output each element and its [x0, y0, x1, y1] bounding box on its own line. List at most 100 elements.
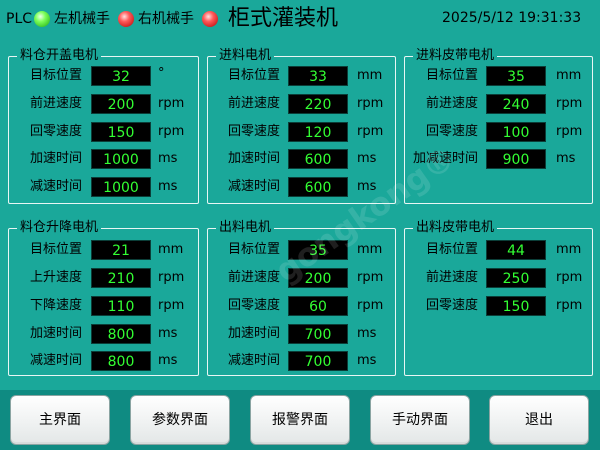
right-arm-label: 右机械手 — [138, 11, 194, 27]
homing-speed-field[interactable]: 120 — [288, 122, 348, 142]
main-screen-button[interactable]: 主界面 — [10, 395, 110, 445]
unit-label: ms — [357, 353, 377, 368]
unit-label: rpm — [357, 298, 384, 313]
panel-title: 进料皮带电机 — [413, 48, 498, 64]
datetime-display: 2025/5/12 19:31:33 — [442, 10, 582, 26]
accel-time-field[interactable]: 800 — [91, 324, 151, 344]
row-label: 前进速度 — [228, 96, 281, 111]
unit-label: mm — [556, 242, 582, 257]
unit-label: rpm — [556, 96, 583, 111]
unit-label: ms — [158, 353, 178, 368]
decel-time-field[interactable]: 1000 — [91, 177, 151, 197]
target-position-field[interactable]: 32 — [91, 66, 151, 86]
params-screen-button[interactable]: 参数界面 — [130, 395, 230, 445]
accel-time-field[interactable]: 700 — [288, 324, 348, 344]
unit-label: rpm — [158, 270, 185, 285]
row-label: 回零速度 — [426, 298, 479, 313]
decel-time-field[interactable]: 800 — [91, 351, 151, 371]
target-position-field[interactable]: 35 — [486, 66, 546, 86]
target-position-field[interactable]: 21 — [91, 240, 151, 260]
unit-label: rpm — [357, 270, 384, 285]
plc-label: PLC — [6, 11, 33, 27]
unit-label: rpm — [158, 124, 185, 139]
manual-screen-button[interactable]: 手动界面 — [370, 395, 470, 445]
decel-time-field[interactable]: 600 — [288, 177, 348, 197]
right-arm-status-led-icon — [202, 11, 218, 27]
row-label: 加速时间 — [30, 151, 83, 166]
forward-speed-field[interactable]: 240 — [486, 94, 546, 114]
target-position-field[interactable]: 35 — [288, 240, 348, 260]
lower-speed-field[interactable]: 110 — [91, 296, 151, 316]
target-position-field[interactable]: 33 — [288, 66, 348, 86]
page-title: 柜式灌装机 — [228, 6, 339, 31]
unit-label: mm — [556, 68, 582, 83]
row-label: 下降速度 — [30, 298, 83, 313]
unit-label: mm — [158, 242, 184, 257]
unit-label: ms — [158, 326, 178, 341]
decel-time-field[interactable]: 700 — [288, 351, 348, 371]
forward-speed-field[interactable]: 220 — [288, 94, 348, 114]
unit-label: rpm — [556, 270, 583, 285]
panel-title: 进料电机 — [216, 48, 275, 64]
row-label: 前进速度 — [426, 96, 479, 111]
row-label: 减速时间 — [30, 353, 83, 368]
row-label: 加速时间 — [228, 326, 281, 341]
left-arm-label: 左机械手 — [54, 11, 110, 27]
row-label: 加速时间 — [228, 151, 281, 166]
row-label: 加减速时间 — [413, 151, 479, 166]
unit-label: rpm — [556, 124, 583, 139]
unit-label: ms — [357, 326, 377, 341]
panel-title: 出料皮带电机 — [413, 220, 498, 236]
unit-label: rpm — [158, 298, 185, 313]
accel-time-field[interactable]: 600 — [288, 149, 348, 169]
unit-label: ms — [357, 179, 377, 194]
row-label: 回零速度 — [426, 124, 479, 139]
unit-label: rpm — [556, 298, 583, 313]
alarm-screen-button[interactable]: 报警界面 — [250, 395, 350, 445]
lift-speed-field[interactable]: 210 — [91, 268, 151, 288]
homing-speed-field[interactable]: 150 — [486, 296, 546, 316]
unit-label: mm — [357, 242, 383, 257]
row-label: 减速时间 — [228, 179, 281, 194]
row-label: 目标位置 — [30, 68, 83, 83]
panel-title: 出料电机 — [216, 220, 275, 236]
header-bar: PLC 左机械手 右机械手 柜式灌装机 2025/5/12 19:31:33 — [0, 0, 600, 40]
unit-label: mm — [357, 68, 383, 83]
unit-label: rpm — [357, 124, 384, 139]
accel-time-field[interactable]: 1000 — [91, 149, 151, 169]
row-label: 加速时间 — [30, 326, 83, 341]
forward-speed-field[interactable]: 200 — [288, 268, 348, 288]
row-label: 减速时间 — [228, 353, 281, 368]
homing-speed-field[interactable]: 60 — [288, 296, 348, 316]
homing-speed-field[interactable]: 150 — [91, 122, 151, 142]
row-label: 目标位置 — [228, 68, 281, 83]
row-label: 目标位置 — [228, 242, 281, 257]
unit-label: ms — [357, 151, 377, 166]
row-label: 目标位置 — [426, 242, 479, 257]
unit-label: ms — [158, 179, 178, 194]
exit-button[interactable]: 退出 — [489, 395, 589, 445]
panel-title: 料仓开盖电机 — [17, 48, 102, 64]
homing-speed-field[interactable]: 100 — [486, 122, 546, 142]
panel-title: 料仓升降电机 — [17, 220, 102, 236]
row-label: 前进速度 — [228, 270, 281, 285]
row-label: 减速时间 — [30, 179, 83, 194]
row-label: 上升速度 — [30, 270, 83, 285]
left-arm-status-led-icon — [118, 11, 134, 27]
unit-label: rpm — [357, 96, 384, 111]
forward-speed-field[interactable]: 200 — [91, 94, 151, 114]
row-label: 前进速度 — [426, 270, 479, 285]
unit-label: rpm — [158, 96, 185, 111]
row-label: 回零速度 — [30, 124, 83, 139]
row-label: 目标位置 — [30, 242, 83, 257]
accel-decel-time-field[interactable]: 900 — [486, 149, 546, 169]
row-label: 前进速度 — [30, 96, 83, 111]
forward-speed-field[interactable]: 250 — [486, 268, 546, 288]
unit-label: ° — [158, 66, 165, 81]
unit-label: ms — [158, 151, 178, 166]
row-label: 回零速度 — [228, 124, 281, 139]
unit-label: ms — [556, 151, 576, 166]
row-label: 回零速度 — [228, 298, 281, 313]
target-position-field[interactable]: 44 — [486, 240, 546, 260]
plc-status-led-icon — [34, 11, 50, 27]
